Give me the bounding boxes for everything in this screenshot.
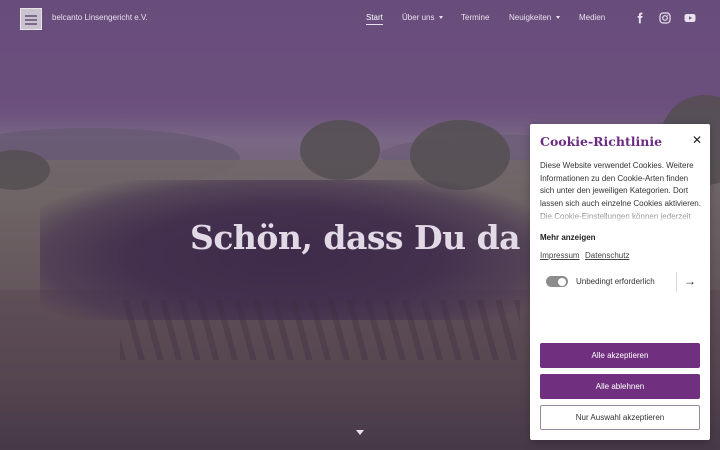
nav-label: Medien [579,13,606,22]
category-label: Unbedingt erforderlich [576,277,655,286]
nav-label: Termine [461,13,490,22]
datenschutz-link[interactable]: Datenschutz [585,251,629,260]
brand-name[interactable]: belcanto Linsengericht e.V. [52,13,148,22]
necessary-toggle[interactable] [546,276,568,287]
logo-bar [25,23,37,25]
show-more-link[interactable]: Mehr anzeigen [540,233,596,242]
nav-label: Über uns [402,13,435,22]
hero-title: Schön, dass Du da bist! [190,218,613,257]
text-fade [540,208,702,224]
arrow-right-icon[interactable]: → [683,274,697,288]
caret-down-icon [556,16,561,20]
nav-label: Neuigkeiten [509,13,552,22]
nav-item-termine[interactable]: Termine [461,13,489,22]
accept-selection-button[interactable]: Nur Auswahl akzeptieren [540,405,700,430]
logo-bar [25,19,37,21]
youtube-icon[interactable] [684,12,696,24]
accept-all-button[interactable]: Alle akzeptieren [540,343,700,368]
divider [676,272,677,292]
nav-item-start[interactable]: Start [366,13,383,25]
chevron-down-icon[interactable] [356,430,364,435]
cookie-dialog: Cookie-Richtlinie ✕ Diese Website verwen… [530,124,710,440]
nav-item-medien[interactable]: Medien [579,13,605,22]
nav-item-ueber-uns[interactable]: Über uns [402,13,444,22]
cookie-title: Cookie-Richtlinie [540,134,663,149]
instagram-icon[interactable] [659,12,671,24]
site-header: belcanto Linsengericht e.V. Start Über u… [0,0,720,38]
reject-all-button[interactable]: Alle ablehnen [540,374,700,399]
logo-bar [25,15,37,17]
choir-logo-icon[interactable] [20,8,42,30]
nav-label: Start [366,13,383,22]
impressum-link[interactable]: Impressum [540,251,580,260]
nav-item-neuigkeiten[interactable]: Neuigkeiten [509,13,561,22]
toggle-knob [558,277,566,286]
facebook-icon[interactable] [634,12,646,24]
cookie-category-row: Unbedingt erforderlich → [540,268,702,296]
close-icon[interactable]: ✕ [690,133,704,147]
caret-down-icon [439,16,444,20]
